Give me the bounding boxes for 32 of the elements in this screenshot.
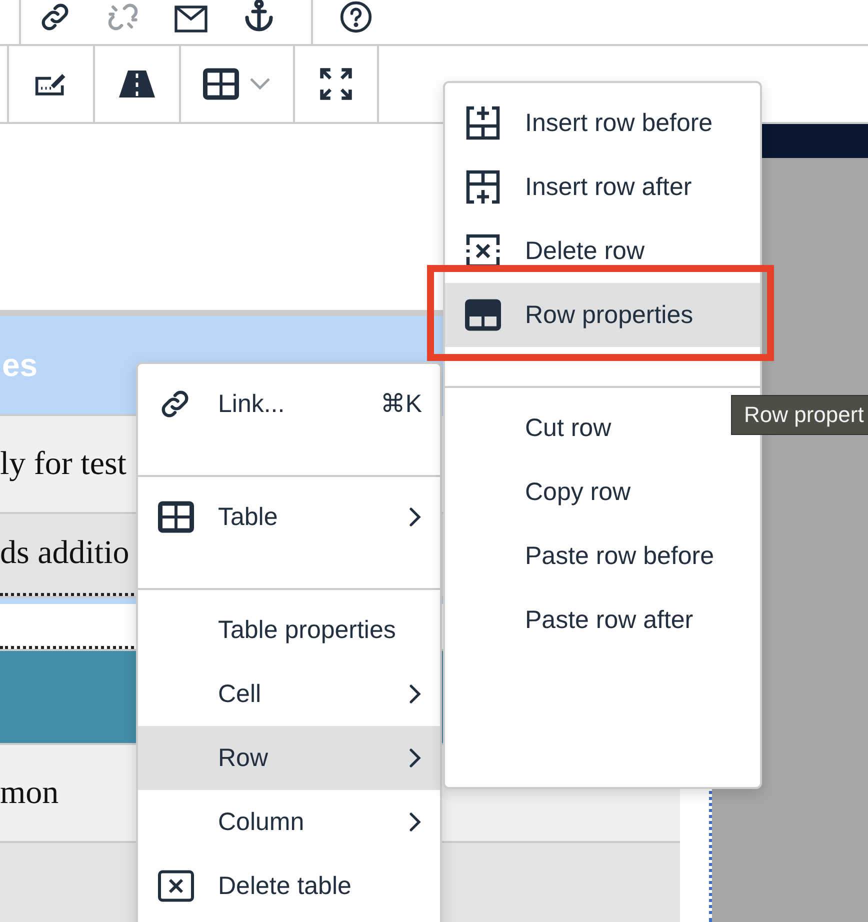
shortcut-label: ⌘K — [380, 389, 422, 419]
table-icon — [203, 68, 239, 100]
expand-icon — [319, 67, 353, 101]
envelope-icon — [173, 4, 209, 34]
menu-item[interactable]: Paste row before — [445, 524, 760, 588]
menu-item[interactable]: Copy row — [445, 460, 760, 524]
tooltip: Row propert — [731, 395, 868, 435]
road-icon — [119, 70, 155, 98]
menu-item[interactable]: Row properties — [445, 283, 760, 347]
table-cell-text: ds additio — [0, 535, 130, 572]
menu-item[interactable]: Insert row after — [445, 155, 760, 219]
table-icon — [158, 501, 194, 533]
menu-item[interactable]: Link... ⌘K — [138, 372, 440, 436]
menu-item[interactable]: Delete table — [138, 854, 440, 918]
toolbar-button[interactable] — [293, 46, 379, 122]
menu-item[interactable]: Paste row after — [445, 588, 760, 652]
table-cell-text: es — [2, 346, 38, 384]
table-cell-text: ly for test — [0, 446, 126, 482]
table-rows-icon — [465, 299, 501, 331]
menu-item[interactable]: Table properties — [138, 598, 440, 662]
caret-icon — [249, 77, 271, 91]
menu-item[interactable]: Table — [138, 485, 440, 549]
table-cell-text: mon — [0, 774, 59, 812]
menu-item[interactable]: Column — [138, 790, 440, 854]
menu-item[interactable]: Row — [138, 726, 440, 790]
table-plus-icon — [465, 169, 501, 205]
table-plus-icon — [465, 105, 501, 141]
x-box-icon — [158, 870, 194, 902]
menu-item[interactable]: Cell — [138, 662, 440, 726]
menu-item[interactable]: Delete row — [445, 219, 760, 283]
menu-item[interactable]: Insert row before — [445, 91, 760, 155]
help-icon — [339, 0, 373, 34]
